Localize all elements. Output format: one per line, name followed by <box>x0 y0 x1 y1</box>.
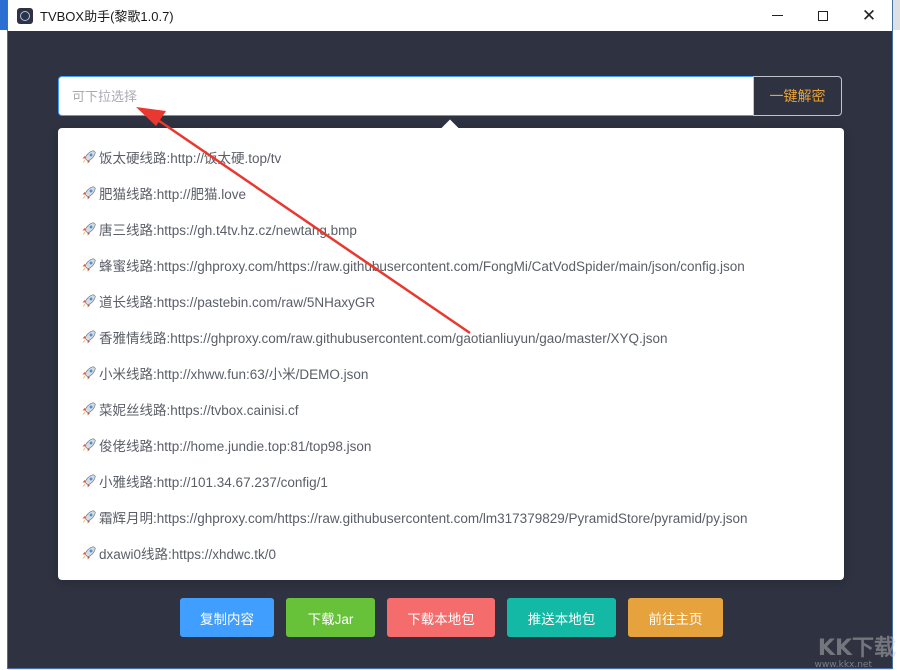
source-option[interactable]: 唐三线路:https://gh.t4tv.hz.cz/newtang.bmp <box>58 211 844 247</box>
app-window: TVBOX助手(黎歌1.0.7) ✕ 一键解密 饭太硬线路:http://饭太硬… <box>8 0 892 668</box>
source-option[interactable]: 小米线路:http://xhww.fun:63/小米/DEMO.json <box>58 355 844 391</box>
rocket-icon <box>82 401 96 415</box>
source-option[interactable]: 饭太硬线路:http://饭太硬.top/tv <box>58 139 844 175</box>
action-bar: 复制内容 下载Jar 下载本地包 推送本地包 前往主页 <box>180 598 723 637</box>
source-option-label: 蜂蜜线路:https://ghproxy.com/https://raw.git… <box>99 259 745 274</box>
app-logo-icon <box>17 7 33 24</box>
source-option-label: 菜妮丝线路:https://tvbox.cainisi.cf <box>99 403 299 418</box>
rocket-icon <box>82 437 96 451</box>
minimize-icon <box>771 15 783 16</box>
source-option[interactable]: dxawi0线路:https://xhdwc.tk/0 <box>58 535 844 571</box>
source-option-label: 道长线路:https://pastebin.com/raw/5NHaxyGR <box>99 295 376 310</box>
source-option-label: 唐三线路:https://gh.t4tv.hz.cz/newtang.bmp <box>99 223 357 238</box>
option-list: 饭太硬线路:http://饭太硬.top/tv 肥猫线路:http://肥猫.lo… <box>58 139 844 571</box>
window-title: TVBOX助手(黎歌1.0.7) <box>40 9 174 24</box>
source-option[interactable]: 小雅线路:http://101.34.67.237/config/1 <box>58 463 844 499</box>
source-select-row: 一键解密 <box>58 76 842 116</box>
source-option[interactable]: 香雅情线路:https://ghproxy.com/raw.githubuser… <box>58 319 844 355</box>
rocket-icon <box>82 257 96 271</box>
source-option-label: 饭太硬线路:http://饭太硬.top/tv <box>99 151 282 166</box>
source-option-label: 肥猫线路:http://肥猫.love <box>99 187 247 202</box>
source-option[interactable]: 俊佬线路:http://home.jundie.top:81/top98.jso… <box>58 427 844 463</box>
rocket-icon <box>82 329 96 343</box>
rocket-icon <box>82 149 96 163</box>
rocket-icon <box>82 365 96 379</box>
source-option-label: 霜辉月明:https://ghproxy.com/https://raw.git… <box>99 511 748 526</box>
source-option-label: 小雅线路:http://101.34.67.237/config/1 <box>99 475 328 490</box>
minimize-button[interactable] <box>754 0 800 31</box>
go-homepage-button[interactable]: 前往主页 <box>628 598 723 637</box>
one-click-decrypt-button[interactable]: 一键解密 <box>753 76 842 116</box>
source-option-label: dxawi0线路:https://xhdwc.tk/0 <box>99 547 277 562</box>
source-select-input[interactable] <box>58 76 753 116</box>
rocket-icon <box>82 293 96 307</box>
download-jar-button[interactable]: 下载Jar <box>286 598 375 637</box>
close-button[interactable]: ✕ <box>846 0 892 31</box>
source-option[interactable]: 菜妮丝线路:https://tvbox.cainisi.cf <box>58 391 844 427</box>
source-option[interactable]: 肥猫线路:http://肥猫.love <box>58 175 844 211</box>
rocket-icon <box>82 473 96 487</box>
rocket-icon <box>82 545 96 559</box>
watermark-logo: KK下载 <box>817 636 896 661</box>
dropdown-pointer <box>441 119 459 137</box>
download-local-package-button[interactable]: 下载本地包 <box>387 598 495 637</box>
rocket-icon <box>82 221 96 235</box>
maximize-button[interactable] <box>800 0 846 31</box>
background-window-fragment-right <box>892 30 900 670</box>
source-option-label: 俊佬线路:http://home.jundie.top:81/top98.jso… <box>99 439 372 454</box>
watermark-url: www.kkx.net <box>814 660 873 670</box>
close-icon: ✕ <box>861 5 877 26</box>
rocket-icon <box>82 509 96 523</box>
source-dropdown: 饭太硬线路:http://饭太硬.top/tv 肥猫线路:http://肥猫.lo… <box>58 119 844 580</box>
background-window-fragment <box>0 30 8 670</box>
maximize-icon <box>818 10 828 21</box>
source-option-label: 香雅情线路:https://ghproxy.com/raw.githubuser… <box>99 331 668 346</box>
push-local-package-button[interactable]: 推送本地包 <box>507 598 616 637</box>
source-option[interactable]: 霜辉月明:https://ghproxy.com/https://raw.git… <box>58 499 844 535</box>
source-option[interactable]: 道长线路:https://pastebin.com/raw/5NHaxyGR <box>58 283 844 319</box>
rocket-icon <box>82 185 96 199</box>
title-bar[interactable]: TVBOX助手(黎歌1.0.7) ✕ <box>8 0 892 31</box>
copy-content-button[interactable]: 复制内容 <box>180 598 274 637</box>
source-option[interactable]: 蜂蜜线路:https://ghproxy.com/https://raw.git… <box>58 247 844 283</box>
source-option-label: 小米线路:http://xhww.fun:63/小米/DEMO.json <box>99 367 369 382</box>
